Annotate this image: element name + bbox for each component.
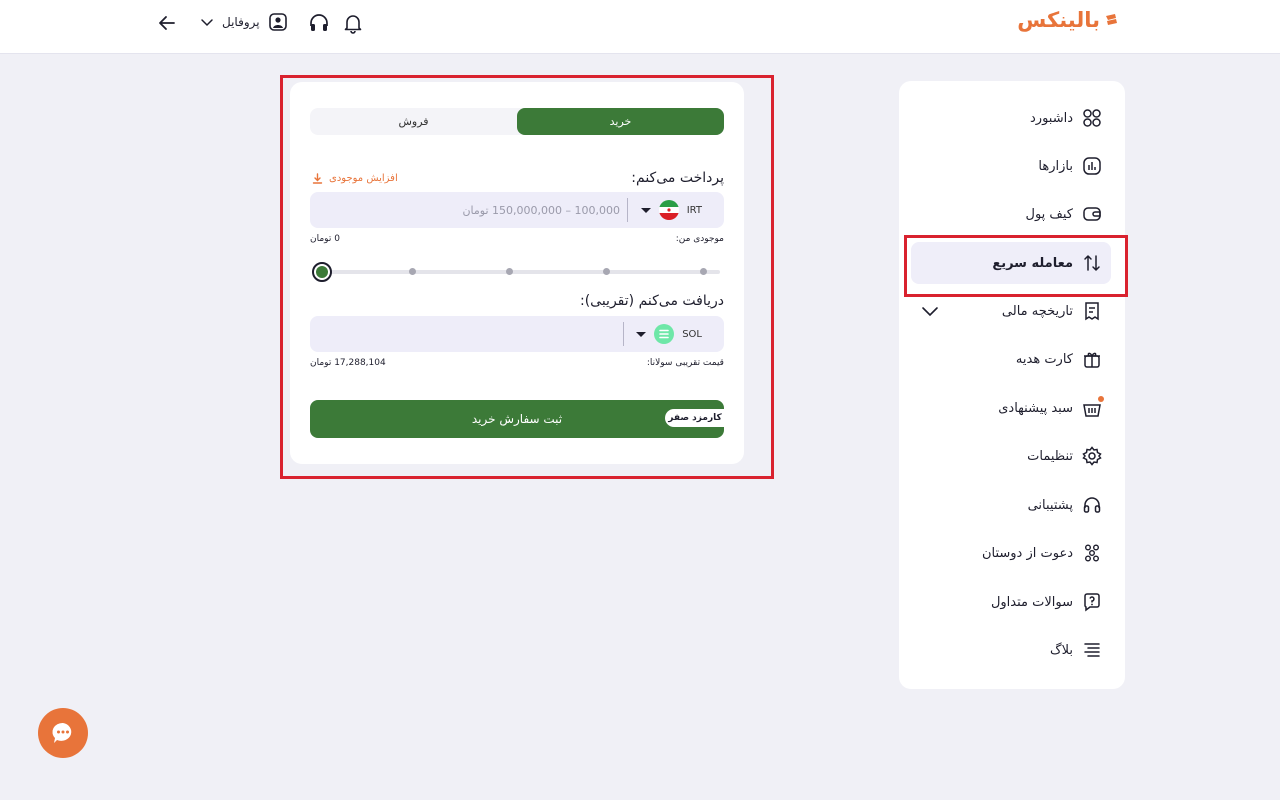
pay-amount-input[interactable]: [320, 198, 620, 222]
receive-currency-select[interactable]: SOL: [628, 316, 724, 352]
chevron-down-icon: [201, 19, 213, 27]
sidebar-item-label: تنظیمات: [1027, 448, 1073, 464]
sidebar-item-support[interactable]: پشتیبانی: [911, 484, 1111, 526]
sidebar-item-settings[interactable]: تنظیمات: [911, 435, 1111, 477]
grid-icon: [1081, 107, 1103, 129]
sidebar-item-label: بلاگ: [1049, 642, 1073, 658]
slider-step[interactable]: [409, 268, 416, 275]
caret-down-icon: [640, 207, 651, 213]
slider-track: [320, 270, 720, 274]
sidebar-item-label: کارت هدیه: [1015, 351, 1073, 367]
receive-currency-code: SOL: [682, 328, 702, 340]
iran-flag-icon: [658, 200, 679, 220]
price-value: 17,288,104 تومان: [310, 358, 386, 368]
caret-down-icon: [636, 331, 647, 337]
sidebar-item-blog[interactable]: بلاگ: [911, 629, 1111, 671]
receive-amount-input[interactable]: [320, 322, 620, 346]
slider-step[interactable]: [506, 268, 513, 275]
notification-dot: [1098, 396, 1104, 402]
quick-trade-card: فروش خرید پرداخت می‌کنم: افزایش موجودی I…: [290, 82, 744, 464]
sidebar-item-label: معامله سریع: [992, 255, 1073, 271]
slider-step[interactable]: [700, 268, 707, 275]
sidebar-item-label: بازارها: [1038, 158, 1073, 174]
receive-amount-box: SOL: [310, 316, 724, 352]
submit-buy-order-button[interactable]: ثبت سفارش خرید کارمزد صفر: [310, 400, 725, 438]
sidebar-item-dashboard[interactable]: داشبورد: [911, 97, 1111, 139]
pay-title: پرداخت می‌کنم:: [631, 170, 724, 186]
download-icon: [312, 172, 323, 184]
sidebar-item-label: سوالات متداول: [990, 594, 1073, 610]
user-icon: [268, 13, 287, 31]
tab-sell[interactable]: فروش: [310, 108, 517, 135]
receipt-icon: [1081, 300, 1103, 322]
sidebar-item-label: تاریخچه مالی: [1001, 303, 1073, 319]
divider: [623, 322, 624, 346]
sidebar-item-suggested-basket[interactable]: سبد پیشنهادی: [911, 387, 1111, 429]
increase-balance-link[interactable]: افزایش موجودی: [312, 170, 398, 186]
blog-icon: [1081, 639, 1103, 661]
invite-icon: [1081, 542, 1103, 564]
bell-icon[interactable]: [342, 12, 364, 34]
sidebar-item-quick-trade[interactable]: معامله سریع: [911, 242, 1111, 284]
sidebar-item-gift-card[interactable]: کارت هدیه: [911, 338, 1111, 380]
sidebar-item-faq[interactable]: سوالات متداول: [911, 581, 1111, 623]
sidebar-item-wallet[interactable]: کیف پول: [911, 193, 1111, 235]
balance-label: موجودی من:: [675, 234, 724, 244]
basket-icon: [1081, 396, 1104, 419]
question-icon: [1081, 591, 1103, 613]
chat-button[interactable]: [38, 708, 88, 758]
top-bar: بالینکس پروفایل: [0, 0, 1280, 54]
pay-amount-box: IRT: [310, 192, 724, 228]
logo-text: بالینکس: [1017, 8, 1100, 32]
sidebar-item-financial-history[interactable]: تاریخچه مالی: [911, 290, 1111, 332]
headset-icon: [1081, 494, 1103, 516]
headset-icon[interactable]: [308, 12, 330, 34]
receive-title: دریافت می‌کنم (تقریبی):: [579, 293, 724, 309]
sidebar-item-label: داشبورد: [1030, 110, 1073, 126]
slider-thumb[interactable]: [312, 262, 332, 282]
slider-step[interactable]: [603, 268, 610, 275]
zero-fee-badge: کارمزد صفر: [665, 409, 725, 427]
chat-bubble-icon: [52, 722, 72, 743]
gear-icon: [1081, 445, 1103, 467]
pay-currency-code: IRT: [686, 204, 702, 216]
solana-icon: [654, 324, 675, 344]
balance-value: 0 تومان: [310, 234, 340, 244]
swap-icon: [1081, 252, 1103, 274]
chevron-down-icon[interactable]: [921, 302, 939, 320]
gift-icon: [1081, 348, 1103, 370]
sidebar-item-invite-friends[interactable]: دعوت از دوستان: [911, 532, 1111, 574]
sidebar-item-label: سبد پیشنهادی: [998, 400, 1073, 416]
markets-icon: [1081, 155, 1103, 177]
back-arrow-icon[interactable]: [156, 12, 178, 34]
price-label: قیمت تقریبی سولانا:: [646, 358, 724, 368]
trade-tabs: فروش خرید: [310, 108, 724, 135]
increase-balance-label: افزایش موجودی: [329, 172, 398, 184]
sidebar: داشبورد بازارها کیف پول معامله سریع تاری…: [899, 81, 1125, 689]
submit-label: ثبت سفارش خرید: [471, 412, 563, 426]
sidebar-item-label: پشتیبانی: [1027, 497, 1073, 513]
profile-label: پروفایل: [222, 15, 260, 29]
sidebar-item-markets[interactable]: بازارها: [911, 145, 1111, 187]
sidebar-item-label: کیف پول: [1025, 206, 1073, 222]
logo[interactable]: بالینکس: [1017, 6, 1118, 34]
wallet-icon: [1081, 203, 1103, 225]
tab-buy[interactable]: خرید: [517, 108, 724, 135]
amount-slider[interactable]: [312, 262, 720, 282]
logo-mark-icon: [1106, 14, 1117, 25]
sidebar-item-label: دعوت از دوستان: [981, 545, 1073, 561]
pay-currency-select[interactable]: IRT: [628, 192, 724, 228]
profile-menu[interactable]: پروفایل: [200, 10, 288, 34]
